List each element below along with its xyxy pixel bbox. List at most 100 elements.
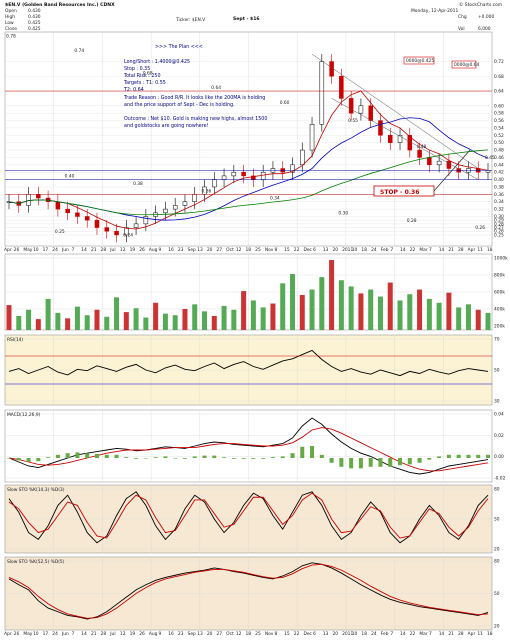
price-annotation: 0.26 — [475, 225, 485, 231]
macd-title: MACD(12,26,9) — [7, 412, 41, 418]
price-x-label: Apr — [4, 247, 12, 253]
price-tick-label: 0.52 — [494, 133, 504, 139]
macd-histogram-bar — [55, 454, 60, 458]
volume-bar — [74, 306, 80, 330]
price-x-label: 26 — [139, 247, 145, 253]
volume-bar — [280, 283, 286, 330]
volume-bar — [309, 289, 315, 330]
macd-histogram-bar — [251, 458, 256, 459]
svg-text:High: High — [5, 14, 15, 20]
macd-histogram-bar — [26, 458, 31, 462]
price-candle — [329, 61, 334, 77]
price-candle — [368, 105, 373, 121]
bottom-x-label: Dec — [303, 631, 312, 637]
volume-bar — [289, 274, 295, 330]
price-tick-label: 0.60 — [494, 103, 504, 109]
bottom-x-label: 24 — [52, 631, 58, 637]
price-candle — [26, 194, 31, 206]
plan-line-9: and goldstocks are going nowhere! — [124, 123, 209, 129]
price-candle — [348, 98, 354, 114]
price-tick-label: 0.58 — [494, 111, 504, 117]
price-tick-label: 0.30 — [494, 214, 504, 220]
price-x-label: 7 — [390, 247, 393, 253]
bottom-x-label: 13 — [323, 631, 329, 637]
price-tick-label: 0.56 — [494, 118, 504, 124]
price-x-label: 14 — [81, 247, 87, 253]
volume-bar — [426, 298, 432, 330]
plan-line-1: Long/Short : 1.4000@0.425 — [124, 59, 190, 65]
stoch1-tick-label: 50 — [494, 517, 500, 523]
macd-histogram-bar — [85, 453, 90, 458]
macd-histogram-bar — [163, 456, 168, 458]
entry-label: 0000@0.425 — [406, 58, 434, 64]
macd-histogram-bar — [378, 458, 383, 467]
price-x-label: 15 — [284, 247, 290, 253]
bottom-x-label: 11 — [477, 631, 483, 637]
volume-bar — [368, 289, 374, 330]
rsi-tick-label: 70 — [494, 337, 500, 343]
price-candle — [417, 149, 422, 158]
chart-site-label: © StockCharts.com — [459, 1, 502, 8]
bottom-x-label: 28 — [101, 631, 107, 637]
macd-tick-label: -0.02 — [494, 476, 506, 482]
volume-bar — [338, 280, 344, 330]
price-x-label: 12 — [120, 247, 126, 253]
price-annotation: 0.36 — [202, 188, 212, 194]
volume-bar — [319, 277, 325, 330]
macd-histogram-bar — [446, 454, 451, 458]
volume-bar — [162, 313, 168, 330]
price-candle — [104, 227, 110, 232]
macd-tick-label: 0.04 — [494, 412, 504, 418]
price-x-label: 14 — [439, 247, 445, 253]
volume-bar — [143, 317, 149, 330]
macd-histogram-bar — [153, 457, 158, 458]
price-x-label: 7 — [429, 247, 432, 253]
volume-bar — [417, 289, 423, 330]
macd-histogram-bar — [319, 454, 324, 458]
stock-chart: $EN.V (Golden Band Resources Inc.) CDNX … — [0, 0, 510, 640]
price-x-label: 17 — [43, 247, 49, 253]
price-x-label: Aug — [149, 247, 158, 253]
volume-tick-label: 200k — [494, 324, 505, 330]
bottom-x-label: 17 — [43, 631, 49, 637]
macd-histogram-bar — [280, 456, 285, 458]
price-x-label: Dec — [303, 247, 312, 253]
macd-histogram-bar — [124, 457, 129, 458]
price-candle — [192, 194, 197, 202]
bottom-x-label: 28 — [458, 631, 464, 637]
price-x-label: 13 — [323, 247, 329, 253]
bottom-x-label: 23 — [178, 631, 184, 637]
price-candle — [182, 201, 188, 206]
price-tick-label: 0.40 — [494, 177, 504, 183]
volume-bar — [16, 316, 22, 330]
macd-histogram-bar — [114, 454, 119, 458]
bottom-x-label: 20 — [332, 631, 338, 637]
plan-line-2: Stop : 0.35 — [124, 66, 150, 72]
price-x-label: 16 — [168, 247, 174, 253]
price-candle — [436, 160, 442, 166]
price-x-label: 9 — [159, 247, 162, 253]
bottom-x-label: 21 — [448, 631, 454, 637]
low-value: 0.425 — [28, 20, 41, 26]
price-annotation: 0.25 — [55, 229, 65, 235]
volume-bar — [211, 316, 217, 330]
bottom-x-label: 26 — [139, 631, 145, 637]
svg-text:Vol: Vol — [458, 26, 465, 32]
price-tick-label: 0.32 — [494, 207, 504, 213]
bottom-x-label: 7 — [429, 631, 432, 637]
price-annotation: 0.48 — [417, 144, 427, 150]
price-x-label: 26 — [14, 247, 20, 253]
price-tick-label: 0.72 — [494, 59, 504, 65]
macd-histogram-bar — [231, 458, 236, 459]
plan-line-6: Trade Reason : Good R/R. It looks like t… — [123, 95, 265, 101]
volume-bar — [26, 309, 32, 330]
macd-histogram-bar — [486, 454, 490, 458]
volume-tick-label: 600k — [494, 290, 505, 296]
price-candle — [221, 175, 227, 180]
bottom-x-label: 10 — [33, 631, 39, 637]
volume-bar — [45, 298, 51, 330]
bottom-x-label: 12 — [120, 631, 126, 637]
macd-histogram-bar — [241, 458, 246, 459]
price-x-label: 10 — [33, 247, 39, 253]
macd-histogram-bar — [300, 446, 305, 458]
